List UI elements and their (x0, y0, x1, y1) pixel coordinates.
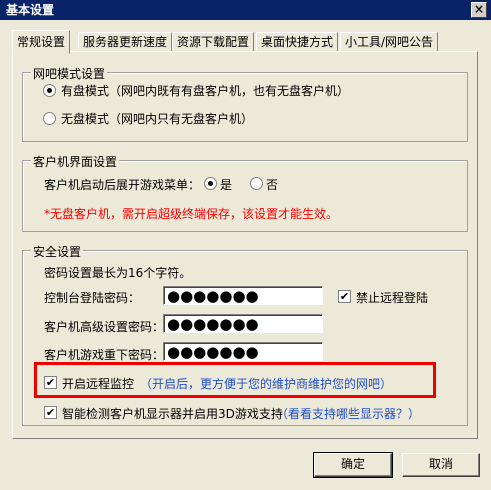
disk-mode-label[interactable]: 有盘模式（网吧内既有有盘客户机，也有无盘客户机） (61, 82, 349, 99)
netbar-mode-title: 网吧模式设置 (31, 65, 108, 82)
tab-server-update-speed[interactable]: 服务器更新速度 (78, 32, 173, 52)
expand-menu-label: 客户机启动后展开游戏菜单： (44, 178, 201, 192)
expand-no-label[interactable]: 否 (266, 176, 278, 193)
tab-general[interactable]: 常规设置 (12, 30, 71, 54)
remote-monitor-checkbox[interactable]: ✔ (44, 376, 57, 389)
radio-diskless-mode[interactable] (43, 112, 56, 125)
advanced-password-label: 客户机高级设置密码： (44, 320, 165, 334)
ok-button[interactable]: 确定 (313, 452, 393, 478)
advanced-password-input[interactable]: ●●●●●●● (163, 314, 323, 333)
reload-password-label: 客户机游戏重下密码： (44, 348, 165, 362)
tab-resource-download[interactable]: 资源下载配置 (172, 32, 255, 52)
radio-expand-yes[interactable] (204, 177, 217, 190)
reload-password-input[interactable]: ●●●●●●● (163, 342, 323, 361)
title-bar[interactable]: 基本设置 × (0, 0, 491, 20)
close-icon[interactable]: × (471, 2, 487, 18)
radio-disk-mode[interactable] (43, 84, 56, 97)
settings-dialog: 基本设置 × 常规设置 服务器更新速度 资源下载配置 桌面快捷方式 小工具/网吧… (0, 0, 491, 490)
tab-tools-announcement[interactable]: 小工具/网吧公告 (340, 32, 439, 52)
window-title: 基本设置 (6, 3, 55, 17)
smart-detect-checkbox[interactable]: ✔ (44, 406, 57, 419)
supported-monitors-link[interactable]: （看看支持哪些显示器？） (276, 405, 420, 422)
client-ui-title: 客户机界面设置 (31, 153, 120, 170)
diskless-mode-label[interactable]: 无盘模式（网吧内只有无盘客户机） (61, 110, 253, 127)
remote-monitor-note: （开启后，更方便于您的维护商维护您的网吧） (140, 377, 393, 391)
tab-desktop-shortcuts[interactable]: 桌面快捷方式 (256, 32, 339, 52)
console-password-label: 控制台登陆密码： (44, 291, 141, 305)
security-title: 安全设置 (31, 243, 84, 260)
expand-yes-label[interactable]: 是 (220, 176, 232, 193)
ban-remote-checkbox[interactable]: ✔ (338, 290, 351, 303)
diskless-warning: *无盘客户机，需开启超级终端保存，该设置才能生效。 (44, 207, 339, 221)
ban-remote-label[interactable]: 禁止远程登陆 (356, 289, 428, 306)
radio-expand-no[interactable] (250, 177, 263, 190)
cancel-button[interactable]: 取消 (402, 453, 480, 477)
remote-monitor-label[interactable]: 开启远程监控 (62, 375, 134, 392)
password-hint: 密码设置最长为16个字符。 (44, 266, 192, 280)
console-password-input[interactable]: ●●●●●●● (163, 286, 323, 305)
smart-detect-label[interactable]: 智能检测客户机显示器并启用3D游戏支持 (62, 405, 283, 422)
